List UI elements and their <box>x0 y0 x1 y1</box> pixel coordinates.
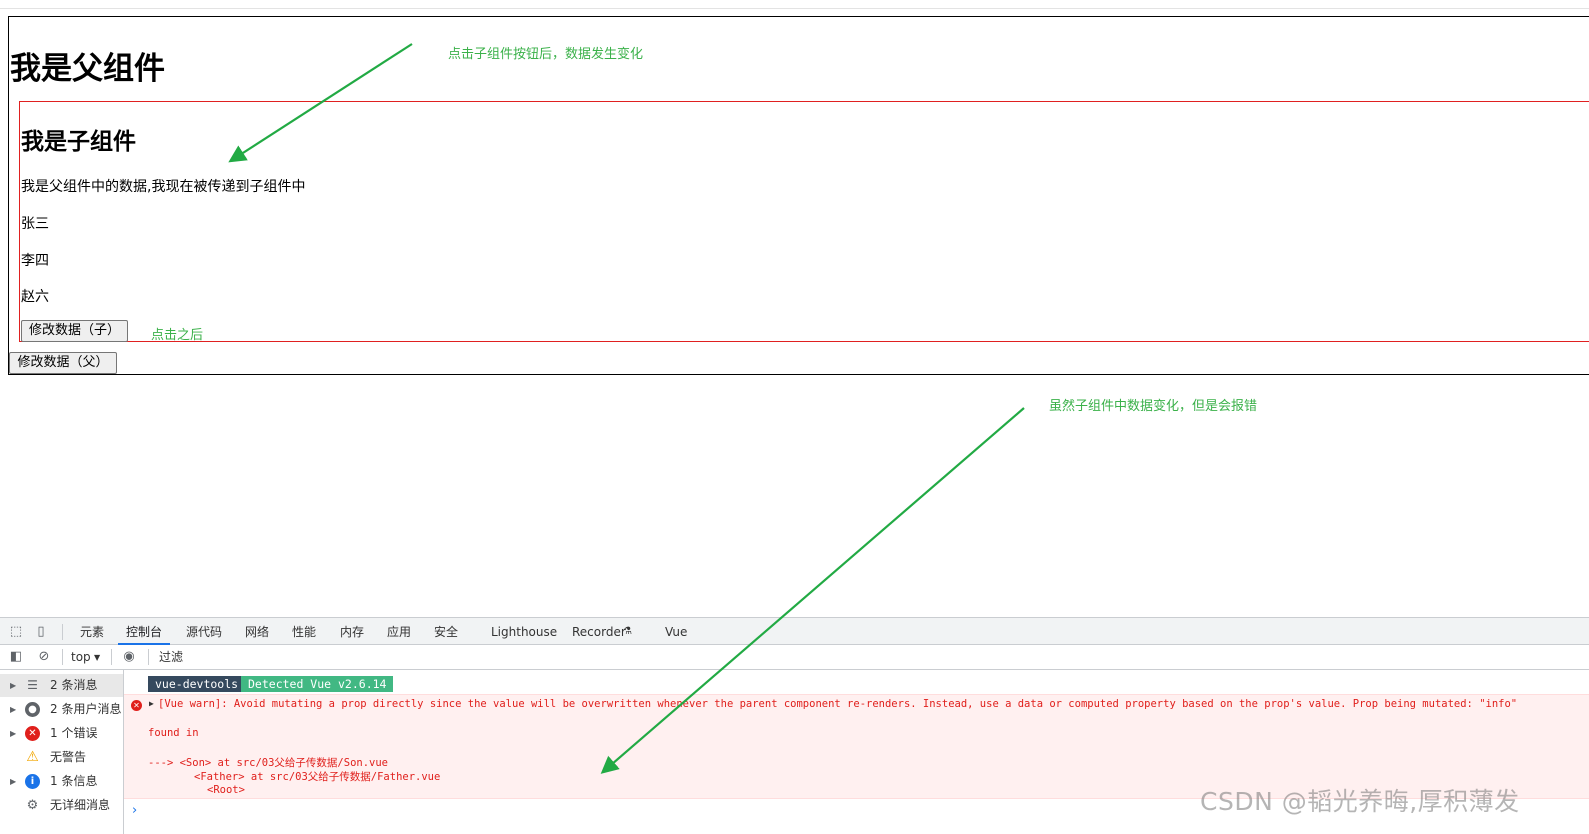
tab-application[interactable]: 应用 <box>387 618 411 645</box>
father-component: 我是父组件 我是子组件 我是父组件中的数据,我现在被传递到子组件中 张三 李四 … <box>8 16 1589 375</box>
vue-devtools-badge: vue-devtools <box>148 676 246 692</box>
sidebar-item-label: 1 个错误 <box>50 726 98 740</box>
divider <box>62 649 63 665</box>
tab-sources[interactable]: 源代码 <box>186 618 222 645</box>
inspect-element-icon[interactable]: ⬚ <box>8 624 24 640</box>
sidebar-item-messages[interactable]: ▶ ☰ 2 条消息 <box>0 674 123 697</box>
error-found-in: found in <box>148 727 199 739</box>
sidebar-item-label: 1 条信息 <box>50 774 98 788</box>
expand-arrow-icon: ▶ <box>10 729 17 738</box>
gear-icon: ⚙ <box>26 798 39 813</box>
expand-arrow-icon: ▶ <box>10 777 17 786</box>
clear-console-icon[interactable]: ⊘ <box>36 649 52 665</box>
filter-input[interactable]: 过滤 <box>159 645 183 669</box>
browser-top-border <box>0 8 1589 9</box>
error-trace-root: <Root> <box>207 784 245 796</box>
expand-arrow-icon: ▶ <box>10 681 17 690</box>
sidebar-toggle-icon[interactable]: ◧ <box>8 649 24 665</box>
tab-memory[interactable]: 内存 <box>340 618 364 645</box>
expand-arrow-icon[interactable]: ▶ <box>149 699 154 708</box>
son-modify-button[interactable]: 修改数据（子） <box>21 320 128 342</box>
name-item: 李四 <box>21 253 49 269</box>
tab-network[interactable]: 网络 <box>245 618 269 645</box>
console-sidebar: ▶ ☰ 2 条消息 ▶ ● 2 条用户消息 ▶ ✕ 1 个错误 ⚠ 无警告 ▶ … <box>0 670 124 834</box>
divider <box>62 624 63 640</box>
sidebar-item-info[interactable]: ▶ i 1 条信息 <box>0 770 123 793</box>
tab-console[interactable]: 控制台 <box>118 618 171 645</box>
sidebar-item-verbose[interactable]: ⚙ 无详细消息 <box>0 794 123 817</box>
father-title: 我是父组件 <box>10 51 165 87</box>
tab-lighthouse[interactable]: Lighthouse <box>491 618 557 645</box>
vue-detected-badge: Detected Vue v2.6.14 <box>241 676 394 692</box>
eye-icon[interactable]: ◉ <box>121 649 137 665</box>
sidebar-item-label: 2 条用户消息 <box>50 702 122 716</box>
father-modify-button[interactable]: 修改数据（父） <box>9 352 117 374</box>
tab-elements[interactable]: 元素 <box>80 618 104 645</box>
name-item: 赵六 <box>21 289 49 305</box>
list-icon: ☰ <box>27 678 38 692</box>
device-toolbar-icon[interactable]: ▯ <box>33 624 49 640</box>
error-icon: ✕ <box>25 726 40 741</box>
chevron-down-icon: ▼ <box>94 653 101 662</box>
sidebar-item-label: 2 条消息 <box>50 678 98 692</box>
top-annotation: 点击子组件按钮后，数据发生变化 <box>448 47 644 62</box>
tab-recorder[interactable]: Recorder <box>572 618 626 645</box>
name-item: 张三 <box>21 216 49 232</box>
console-toolbar: ◧ ⊘ top ▼ ◉ 过滤 <box>0 645 1589 670</box>
bottom-annotation: 虽然子组件中数据变化，但是会报错 <box>1049 399 1258 414</box>
sidebar-item-user-messages[interactable]: ▶ ● 2 条用户消息 <box>0 698 123 721</box>
context-select[interactable]: top <box>71 645 91 669</box>
expand-arrow-icon: ▶ <box>10 705 17 714</box>
tab-performance[interactable]: 性能 <box>292 618 316 645</box>
sidebar-item-warnings[interactable]: ⚠ 无警告 <box>0 746 123 769</box>
error-text[interactable]: [Vue warn]: Avoid mutating a prop direct… <box>158 698 1517 710</box>
warning-icon: ⚠ <box>26 749 39 765</box>
console-prompt[interactable]: › <box>132 803 137 818</box>
son-component: 我是子组件 我是父组件中的数据,我现在被传递到子组件中 张三 李四 赵六 修改数… <box>19 101 1589 343</box>
divider <box>111 649 112 665</box>
sidebar-item-label: 无警告 <box>50 750 87 764</box>
info-icon: i <box>25 774 40 789</box>
divider <box>148 649 149 665</box>
tab-vue[interactable]: Vue <box>665 618 687 645</box>
user-icon: ● <box>25 702 40 717</box>
sidebar-item-label: 无详细消息 <box>50 798 111 812</box>
son-message: 我是父组件中的数据,我现在被传递到子组件中 <box>21 179 306 195</box>
son-title: 我是子组件 <box>21 129 136 155</box>
sidebar-item-errors[interactable]: ▶ ✕ 1 个错误 <box>0 722 123 745</box>
error-icon: ✕ <box>131 700 142 711</box>
error-trace-father[interactable]: <Father> at src/03父给子传数据/Father.vue <box>194 769 440 784</box>
devtools-tabbar: ⬚ ▯ 元素 控制台 源代码 网络 性能 内存 应用 安全 Lighthouse… <box>0 617 1589 645</box>
tab-security[interactable]: 安全 <box>434 618 458 645</box>
after-click-note: 点击之后 <box>151 328 204 343</box>
error-trace-son[interactable]: ---> <Son> at src/03父给子传数据/Son.vue <box>148 755 388 770</box>
csdn-watermark: CSDN @韬光养晦,厚积薄发 <box>1200 787 1520 816</box>
flask-icon: ⚗ <box>623 626 632 637</box>
